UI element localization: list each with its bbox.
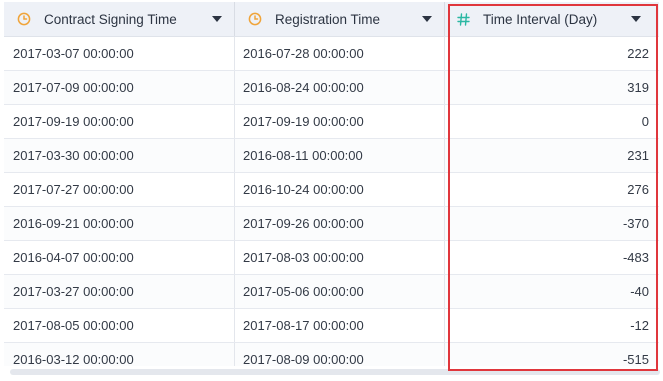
cell-time-interval: -370	[622, 216, 649, 231]
cell-registration-time: 2017-08-17 00:00:00	[235, 309, 445, 342]
cell-contract-signing-time: 2016-09-21 00:00:00	[4, 207, 235, 240]
cell-contract-signing-time: 2017-03-07 00:00:00	[4, 37, 235, 70]
cell-registration-time: 2017-08-03 00:00:00	[235, 241, 445, 274]
cell-registration-time: 2017-08-09 00:00:00	[235, 343, 445, 366]
cell-time-interval: -483	[622, 250, 649, 265]
horizontal-scrollbar[interactable]	[10, 369, 660, 375]
cell-contract-signing-time: 2016-03-12 00:00:00	[4, 343, 235, 366]
table-row[interactable]: 2017-03-30 00:00:00 2016-08-11 00:00:00 …	[4, 139, 659, 173]
column-header-time-interval[interactable]: Time Interval (Day)	[445, 2, 659, 36]
table-row[interactable]: 2017-07-27 00:00:00 2016-10-24 00:00:00 …	[4, 173, 659, 207]
table-row[interactable]: 2016-09-21 00:00:00 2017-09-26 00:00:00 …	[4, 207, 659, 241]
cell-registration-time: 2016-07-28 00:00:00	[235, 37, 445, 70]
cell-registration-time: 2017-09-19 00:00:00	[235, 105, 445, 138]
cell-time-interval: 231	[627, 148, 649, 163]
cell-time-interval: 0	[641, 114, 649, 129]
table-row[interactable]: 2016-03-12 00:00:00 2017-08-09 00:00:00 …	[4, 343, 659, 366]
cell-registration-time: 2017-05-06 00:00:00	[235, 275, 445, 308]
cell-time-interval: 222	[627, 46, 649, 61]
column-header-registration-time[interactable]: Registration Time	[235, 2, 445, 36]
column-header-contract-signing-time[interactable]: Contract Signing Time	[4, 2, 235, 36]
table-row[interactable]: 2017-03-07 00:00:00 2016-07-28 00:00:00 …	[4, 37, 659, 71]
dropdown-arrow-icon[interactable]	[625, 9, 647, 29]
table-row[interactable]: 2017-03-27 00:00:00 2017-05-06 00:00:00 …	[4, 275, 659, 309]
cell-registration-time: 2017-09-26 00:00:00	[235, 207, 445, 240]
cell-contract-signing-time: 2017-09-19 00:00:00	[4, 105, 235, 138]
cell-registration-time: 2016-08-11 00:00:00	[235, 139, 445, 172]
cell-contract-signing-time: 2017-08-05 00:00:00	[4, 309, 235, 342]
cell-contract-signing-time: 2017-07-09 00:00:00	[4, 71, 235, 104]
table-row[interactable]: 2017-08-05 00:00:00 2017-08-17 00:00:00 …	[4, 309, 659, 343]
cell-time-interval: -515	[622, 352, 649, 366]
cell-registration-time: 2016-08-24 00:00:00	[235, 71, 445, 104]
column-header-label: Time Interval (Day)	[483, 11, 598, 27]
cell-time-interval: 276	[627, 182, 649, 197]
cell-time-interval: -12	[630, 318, 649, 333]
table-row[interactable]: 2017-09-19 00:00:00 2017-09-19 00:00:00 …	[4, 105, 659, 139]
cell-contract-signing-time: 2016-04-07 00:00:00	[4, 241, 235, 274]
dropdown-arrow-icon[interactable]	[416, 9, 438, 29]
data-table: Contract Signing Time Registration Time	[4, 2, 659, 366]
cell-contract-signing-time: 2017-07-27 00:00:00	[4, 173, 235, 206]
dropdown-arrow-icon[interactable]	[206, 9, 228, 29]
cell-registration-time: 2016-10-24 00:00:00	[235, 173, 445, 206]
cell-contract-signing-time: 2017-03-30 00:00:00	[4, 139, 235, 172]
cell-contract-signing-time: 2017-03-27 00:00:00	[4, 275, 235, 308]
clock-icon	[16, 11, 32, 27]
clock-icon	[247, 11, 263, 27]
hash-icon	[455, 11, 471, 27]
column-header-label: Contract Signing Time	[44, 11, 177, 27]
cell-time-interval: -40	[630, 284, 649, 299]
cell-time-interval: 319	[627, 80, 649, 95]
table-row[interactable]: 2016-04-07 00:00:00 2017-08-03 00:00:00 …	[4, 241, 659, 275]
table-header: Contract Signing Time Registration Time	[4, 2, 659, 37]
table-row[interactable]: 2017-07-09 00:00:00 2016-08-24 00:00:00 …	[4, 71, 659, 105]
column-header-label: Registration Time	[275, 11, 381, 27]
